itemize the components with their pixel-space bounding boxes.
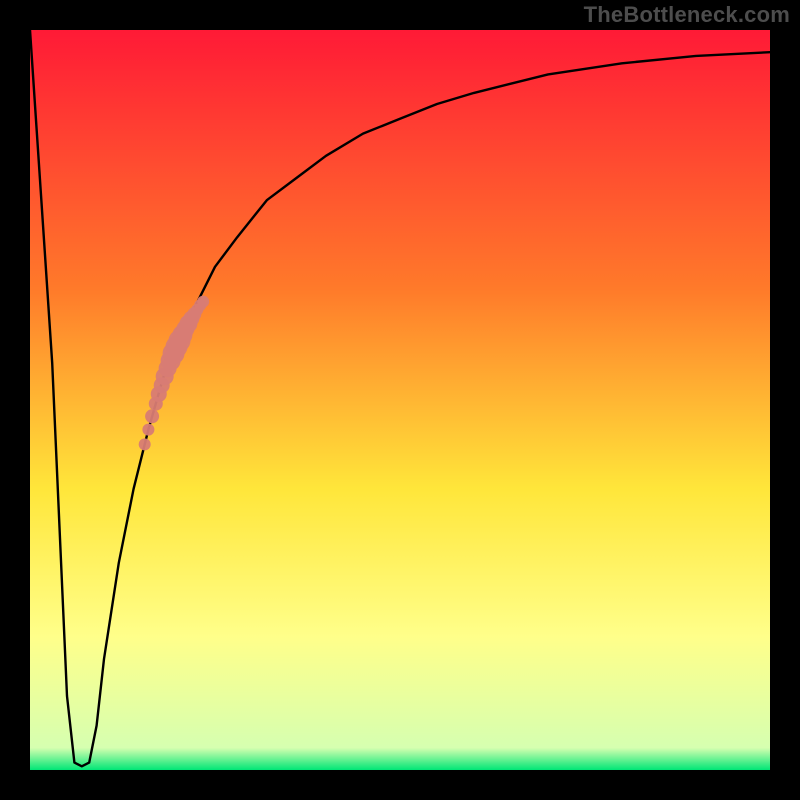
marker-dot [139,438,151,450]
marker-dot [197,296,209,308]
watermark-text: TheBottleneck.com [584,2,790,28]
marker-dot [145,409,159,423]
chart-container: TheBottleneck.com [0,0,800,800]
bottleneck-chart [0,0,800,800]
marker-dot [142,424,154,436]
plot-area [30,30,770,770]
